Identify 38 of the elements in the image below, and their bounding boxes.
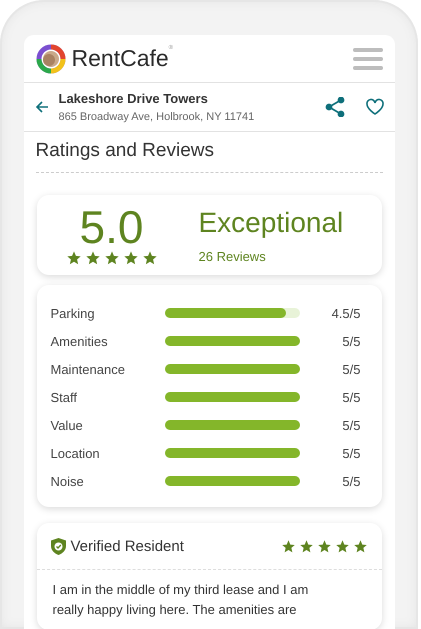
rating-verdict: Exceptional xyxy=(198,206,344,238)
star-icon xyxy=(298,538,314,554)
star-icon xyxy=(142,250,158,266)
rating-label: Amenities xyxy=(50,334,109,348)
rating-value: 4.5/5 xyxy=(330,306,360,320)
property-name: Lakeshore Drive Towers xyxy=(58,91,209,106)
rating-label: Location xyxy=(50,446,101,460)
favorite-button[interactable] xyxy=(364,98,384,116)
review-text-line: really happy living here. The amenities are xyxy=(52,601,297,619)
star-icon xyxy=(280,538,296,554)
section-title: Ratings and Reviews xyxy=(36,140,382,173)
review-author: Verified Resident xyxy=(70,538,185,554)
rating-label: Parking xyxy=(50,306,96,320)
star-icon xyxy=(316,538,332,554)
rating-value: 5/5 xyxy=(341,390,360,404)
rating-value: 5/5 xyxy=(341,474,360,488)
brand-name: RentCafe$^{®}$ xyxy=(72,45,174,72)
rating-value: 5/5 xyxy=(341,334,360,348)
star-icon xyxy=(122,250,138,266)
rating-label: Value xyxy=(50,418,84,432)
share-button[interactable] xyxy=(324,97,344,117)
star-icon xyxy=(84,250,100,266)
star-icon xyxy=(104,250,120,266)
rating-value: 5/5 xyxy=(341,362,360,376)
review-count[interactable]: 26 Reviews xyxy=(198,248,344,264)
star-icon xyxy=(352,538,368,554)
star-icon xyxy=(66,250,82,266)
rating-value: 5/5 xyxy=(341,446,360,460)
back-button[interactable] xyxy=(34,100,48,114)
star-icon xyxy=(334,538,350,554)
property-address: 865 Broadway Ave, Holbrook, NY 11741 xyxy=(58,111,256,123)
rating-label: Maintenance xyxy=(50,362,126,376)
rating-label: Noise xyxy=(50,474,85,488)
review-text-line: I am in the middle of my third lease and I am xyxy=(52,581,308,599)
logo-icon xyxy=(36,44,66,74)
rating-value: 5/5 xyxy=(341,418,360,432)
rating-label: Staff xyxy=(50,390,78,404)
overall-score: 5.0 xyxy=(80,204,144,250)
